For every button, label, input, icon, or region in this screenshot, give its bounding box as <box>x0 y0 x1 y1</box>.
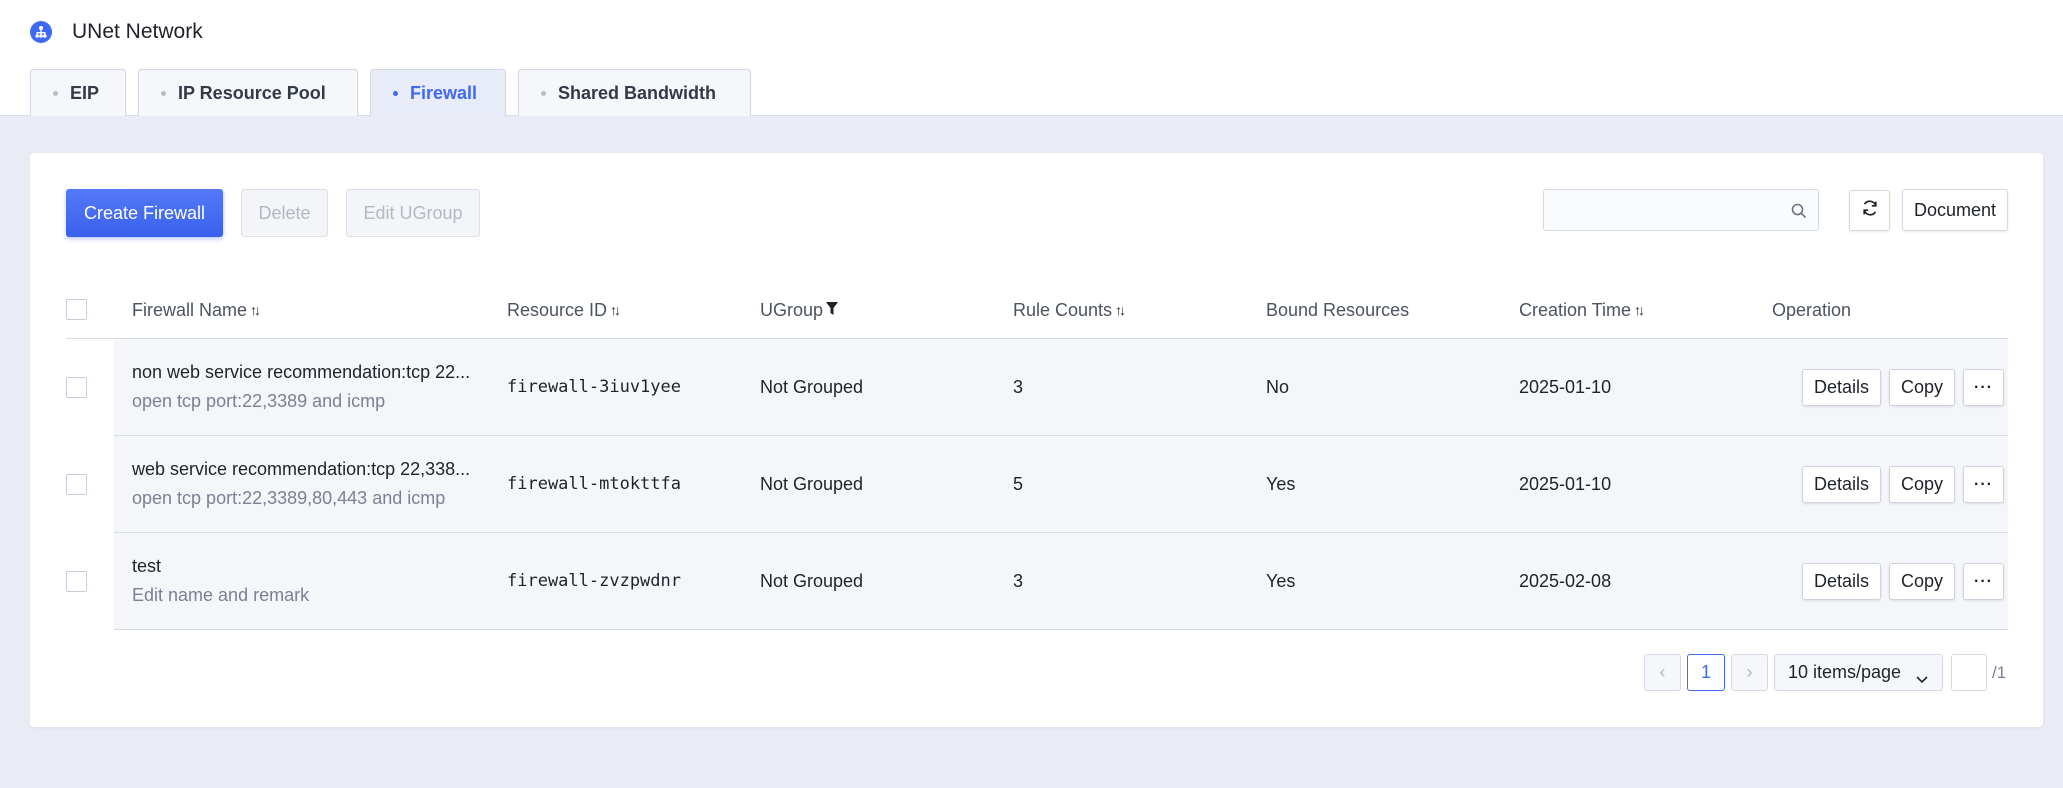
search-input[interactable] <box>1544 190 1818 230</box>
copy-button[interactable]: Copy <box>1889 563 1955 600</box>
sort-icon[interactable]: ↑↓ <box>1115 302 1126 318</box>
firewall-name-cell: web service recommendation:tcp 22,338...… <box>132 436 470 532</box>
rule-count-value: 5 <box>1013 473 1024 494</box>
resource-id: firewall-3iuv1yee <box>507 377 681 397</box>
tab-dot-icon <box>541 90 546 96</box>
firewall-name[interactable]: test <box>132 556 309 577</box>
tab-firewall[interactable]: Firewall <box>370 69 506 116</box>
column-label: Rule Counts <box>1013 299 1113 320</box>
page-size-value: 10 items/page <box>1788 662 1902 682</box>
firewall-remark: Edit name and remark <box>132 585 310 605</box>
tab-label: Shared Bandwidth <box>558 82 717 103</box>
creation-time-value: 2025-02-08 <box>1519 570 1612 591</box>
firewall-remark: open tcp port:22,3389,80,443 and icmp <box>132 488 446 508</box>
ugroup-value: Not Grouped <box>760 570 864 591</box>
tab-label: EIP <box>70 82 100 103</box>
bound-resources-value: No <box>1266 376 1290 397</box>
filter-icon[interactable] <box>826 300 839 321</box>
column-resource-id[interactable]: Resource ID ↑↓ <box>507 281 621 339</box>
resource-id: firewall-mtokttfa <box>507 474 681 494</box>
firewall-name-cell: test Edit name and remark <box>132 533 309 629</box>
firewall-remark: open tcp port:22,3389 and icmp <box>132 391 386 411</box>
copy-button[interactable]: Copy <box>1889 369 1955 406</box>
edit-ugroup-button[interactable]: Edit UGroup <box>346 189 480 237</box>
table-row: test Edit name and remark firewall-zvzpw… <box>66 533 2008 630</box>
rule-count-value: 3 <box>1013 570 1024 591</box>
search-icon[interactable] <box>1790 202 1808 220</box>
create-firewall-button[interactable]: Create Firewall <box>66 189 223 237</box>
copy-button[interactable]: Copy <box>1889 466 1955 503</box>
firewall-name-cell: non web service recommendation:tcp 22...… <box>132 339 470 435</box>
resource-id: firewall-zvzpwdnr <box>507 571 681 591</box>
column-creation-time[interactable]: Creation Time ↑↓ <box>1519 281 1645 339</box>
column-label: Resource ID <box>507 299 608 320</box>
select-all-checkbox[interactable] <box>66 299 87 320</box>
rule-count-value: 3 <box>1013 376 1024 397</box>
app-title: UNet Network <box>72 20 203 43</box>
total-pages: /1 <box>1992 662 2007 682</box>
firewall-name[interactable]: non web service recommendation:tcp 22... <box>132 362 470 383</box>
document-button[interactable]: Document <box>1902 189 2008 231</box>
details-button[interactable]: Details <box>1802 466 1881 503</box>
details-button[interactable]: Details <box>1802 563 1881 600</box>
next-page-button[interactable]: › <box>1731 654 1768 691</box>
firewall-name[interactable]: web service recommendation:tcp 22,338... <box>132 459 470 480</box>
page-number-button[interactable]: 1 <box>1687 654 1725 691</box>
delete-button[interactable]: Delete <box>241 189 328 237</box>
ugroup-value: Not Grouped <box>760 473 864 494</box>
column-label: Firewall Name <box>132 299 248 320</box>
tab-shared-bandwidth[interactable]: Shared Bandwidth <box>518 69 751 116</box>
column-bound-resources: Bound Resources <box>1266 281 1409 339</box>
tab-dot-icon <box>393 90 398 96</box>
tab-eip[interactable]: EIP <box>30 69 126 116</box>
sort-icon[interactable]: ↑↓ <box>250 302 261 318</box>
more-actions-button[interactable]: ··· <box>1963 369 2004 406</box>
row-checkbox[interactable] <box>66 571 87 592</box>
app-header: UNet Network <box>30 18 203 46</box>
tab-dot-icon <box>161 90 166 96</box>
top-bar: UNet Network EIP IP Resource Pool Firewa… <box>0 0 2063 116</box>
column-label: Creation Time <box>1519 299 1632 320</box>
column-label: UGroup <box>760 299 824 320</box>
page-size-select[interactable]: 10 items/page <box>1774 654 1943 691</box>
table-header: Firewall Name ↑↓ Resource ID ↑↓ UGroup R… <box>66 281 2008 339</box>
tab-label: IP Resource Pool <box>178 82 326 103</box>
column-firewall-name[interactable]: Firewall Name ↑↓ <box>132 281 261 339</box>
firewall-table: Firewall Name ↑↓ Resource ID ↑↓ UGroup R… <box>66 281 2008 630</box>
chevron-down-icon <box>1916 668 1928 689</box>
refresh-button[interactable] <box>1849 190 1890 231</box>
firewall-panel: Create Firewall Delete Edit UGroup Docum… <box>30 153 2043 727</box>
column-label: Operation <box>1772 299 1852 320</box>
row-checkbox[interactable] <box>66 377 87 398</box>
column-label: Bound Resources <box>1266 299 1410 320</box>
sort-icon[interactable]: ↑↓ <box>1634 302 1645 318</box>
column-ugroup[interactable]: UGroup <box>760 281 839 339</box>
ugroup-value: Not Grouped <box>760 376 864 397</box>
tab-bar: EIP IP Resource Pool Firewall Shared Ban… <box>30 69 763 116</box>
network-icon <box>30 21 52 43</box>
tab-dot-icon <box>53 90 58 96</box>
row-checkbox[interactable] <box>66 474 87 495</box>
page-jump-input[interactable] <box>1951 654 1987 691</box>
creation-time-value: 2025-01-10 <box>1519 473 1612 494</box>
bound-resources-value: Yes <box>1266 570 1296 591</box>
table-row: non web service recommendation:tcp 22...… <box>66 339 2008 436</box>
column-rule-counts[interactable]: Rule Counts ↑↓ <box>1013 281 1126 339</box>
refresh-icon <box>1860 198 1880 223</box>
bound-resources-value: Yes <box>1266 473 1296 494</box>
table-row: web service recommendation:tcp 22,338...… <box>66 436 2008 533</box>
tab-label: Firewall <box>410 82 478 103</box>
tab-ip-resource-pool[interactable]: IP Resource Pool <box>138 69 358 116</box>
sort-icon[interactable]: ↑↓ <box>610 302 621 318</box>
more-actions-button[interactable]: ··· <box>1963 563 2004 600</box>
prev-page-button[interactable]: ‹ <box>1644 654 1681 691</box>
details-button[interactable]: Details <box>1802 369 1881 406</box>
creation-time-value: 2025-01-10 <box>1519 376 1612 397</box>
search-field <box>1543 189 1819 231</box>
column-operation: Operation <box>1772 281 1851 339</box>
more-actions-button[interactable]: ··· <box>1963 466 2004 503</box>
